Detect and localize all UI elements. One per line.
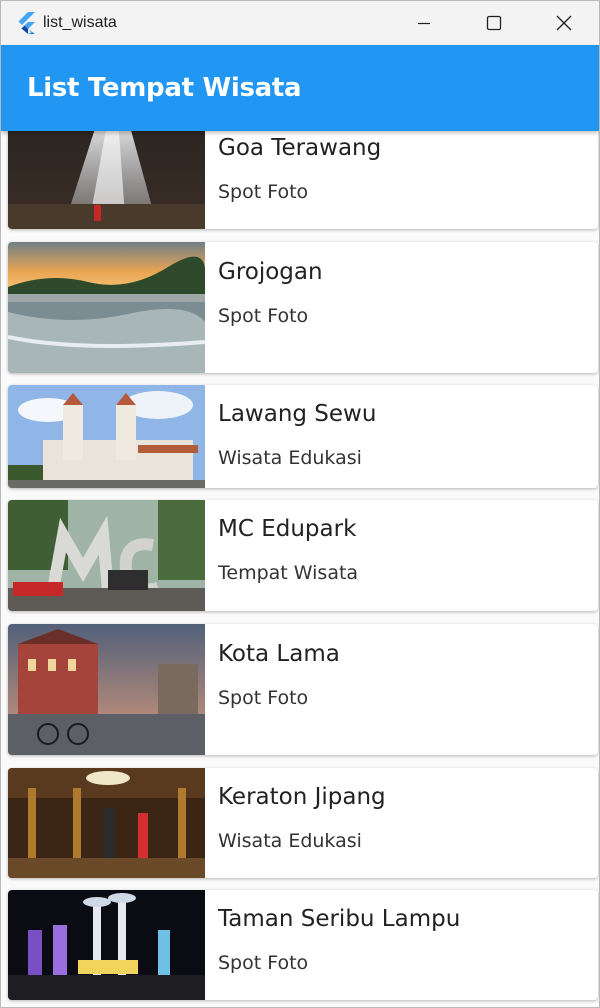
item-subtitle: Spot Foto <box>218 952 309 974</box>
item-title: Kota Lama <box>218 641 340 667</box>
item-title: Lawang Sewu <box>218 401 377 427</box>
item-subtitle: Tempat Wisata <box>218 562 359 584</box>
item-title: Keraton Jipang <box>218 784 386 810</box>
item-subtitle: Wisata Edukasi <box>218 447 362 469</box>
list-item[interactable]: Goa Terawang Spot Foto <box>8 131 598 229</box>
minimize-icon <box>418 22 430 25</box>
river-photo <box>8 242 205 373</box>
pendopo-photo <box>8 768 205 878</box>
maximize-button[interactable] <box>459 1 529 45</box>
old-town-photo <box>8 624 205 755</box>
list-item[interactable]: Lawang Sewu Wisata Edukasi <box>8 385 598 488</box>
item-title: Taman Seribu Lampu <box>218 906 461 932</box>
item-title: Goa Terawang <box>218 135 382 161</box>
list-item[interactable]: Grojogan Spot Foto <box>8 242 598 373</box>
title-bar[interactable]: list_wisata <box>1 1 599 45</box>
flutter-logo-icon <box>18 12 35 34</box>
item-title: MC Edupark <box>218 516 357 542</box>
maximize-icon <box>486 15 502 31</box>
app-window: list_wisata List Tempat Wisata Goa Teraw… <box>0 0 600 1008</box>
list-item[interactable]: Keraton Jipang Wisata Edukasi <box>8 768 598 878</box>
item-subtitle: Spot Foto <box>218 181 309 203</box>
park-photo <box>8 500 205 611</box>
close-button[interactable] <box>529 1 599 45</box>
list-item[interactable]: Taman Seribu Lampu Spot Foto <box>8 890 598 1000</box>
item-subtitle: Wisata Edukasi <box>218 830 362 852</box>
window-title: list_wisata <box>43 14 117 31</box>
page-title: List Tempat Wisata <box>27 73 302 103</box>
item-subtitle: Spot Foto <box>218 305 309 327</box>
item-title: Grojogan <box>218 259 323 285</box>
building-photo <box>8 385 205 488</box>
close-icon <box>556 15 572 31</box>
list-item[interactable]: MC Edupark Tempat Wisata <box>8 500 598 611</box>
night-park-photo <box>8 890 205 1000</box>
window-controls <box>389 1 599 45</box>
item-subtitle: Spot Foto <box>218 687 309 709</box>
minimize-button[interactable] <box>389 1 459 45</box>
app-bar: List Tempat Wisata <box>1 45 599 131</box>
list-item[interactable]: Kota Lama Spot Foto <box>8 624 598 755</box>
cave-photo <box>8 131 205 229</box>
tourism-list[interactable]: Goa Terawang Spot Foto Grojogan Spot Fot… <box>1 131 599 1007</box>
